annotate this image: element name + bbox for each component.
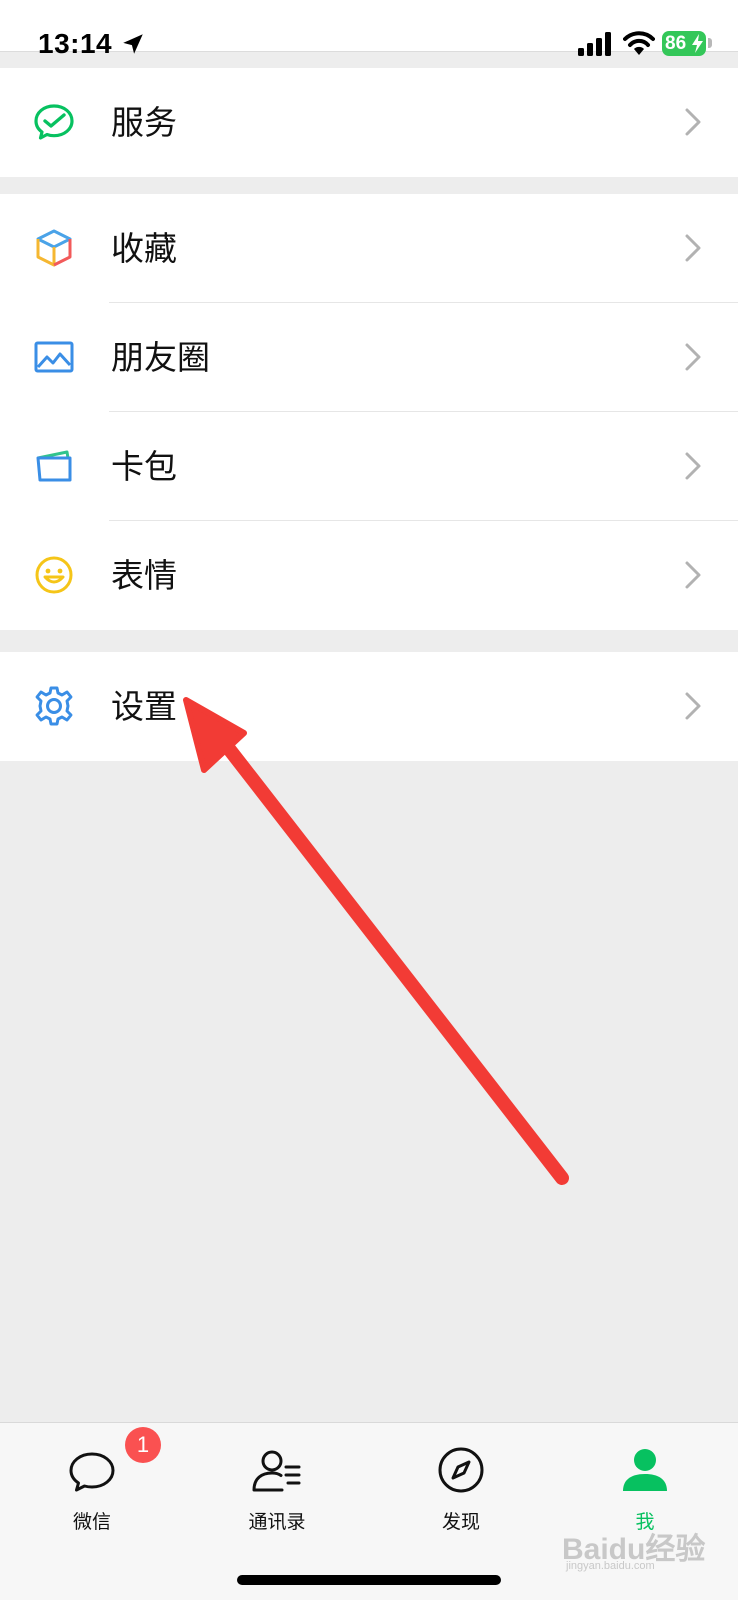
menu-group-settings: 设置 [0,652,738,761]
tab-label: 通讯录 [248,1511,306,1533]
contacts-icon [252,1445,302,1495]
compass-icon [436,1445,486,1495]
card-wallet-icon [33,445,75,487]
menu-item-stickers[interactable]: 表情 [0,521,738,630]
menu-item-cards[interactable]: 卡包 [0,412,738,521]
menu-item-moments[interactable]: 朋友圈 [0,303,738,412]
picture-icon [33,336,75,378]
tab-label: 微信 [72,1511,111,1533]
chevron-right-icon [685,234,701,262]
tab-label: 发现 [441,1511,480,1533]
battery-level: 86 [665,33,687,54]
menu-item-label: 服务 [111,103,177,142]
cube-icon [33,227,75,269]
chevron-right-icon [685,561,701,589]
person-icon [620,1445,670,1495]
menu-item-service[interactable]: 服务 [0,68,738,177]
cellular-signal-icon [578,32,611,56]
chevron-right-icon [685,108,701,136]
wechat-pay-check-icon [33,101,75,143]
menu-item-label: 表情 [111,556,177,595]
menu-item-favorites[interactable]: 收藏 [0,194,738,303]
wifi-icon [623,31,655,55]
home-indicator[interactable] [237,1575,501,1585]
menu-item-label: 设置 [111,687,177,726]
watermark: Baidu经验 [562,1533,706,1566]
tab-discover[interactable]: 发现 [396,1423,526,1543]
menu-item-label: 卡包 [111,447,177,486]
menu-item-label: 朋友圈 [111,338,210,377]
battery-cap [708,38,712,48]
gear-icon [33,685,75,727]
smiley-icon [33,554,75,596]
status-bar: 13:14 86 [0,0,738,59]
menu-item-settings[interactable]: 设置 [0,652,738,761]
battery-icon: 86 [662,31,706,56]
tab-chats[interactable]: 1 微信 [27,1423,161,1543]
charging-bolt-icon [692,34,703,53]
chevron-right-icon [685,343,701,371]
menu-item-label: 收藏 [111,229,177,268]
chat-bubble-icon [67,1445,117,1495]
menu-group-main: 收藏 朋友圈 卡包 表情 [0,194,738,630]
location-arrow-icon [123,34,143,54]
status-time: 13:14 [38,28,113,59]
watermark-url: jingyan.baidu.com [566,1560,655,1572]
unread-badge: 1 [125,1427,161,1463]
tab-bar: 1 微信 通讯录 发现 我 [0,1422,738,1600]
chevron-right-icon [685,692,701,720]
tab-contacts[interactable]: 通讯录 [212,1423,342,1543]
chevron-right-icon [685,452,701,480]
menu-group-service: 服务 [0,68,738,177]
